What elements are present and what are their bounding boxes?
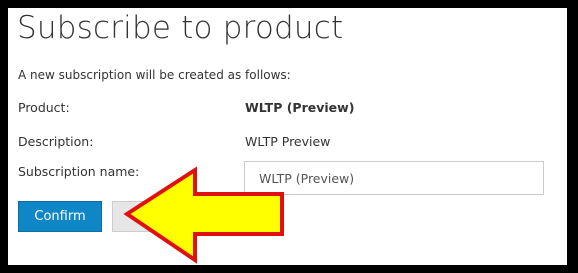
- subscribe-dialog: Subscribe to product A new subscription …: [8, 8, 567, 265]
- page-title: Subscribe to product: [17, 10, 344, 46]
- description-label: Description:: [18, 134, 94, 149]
- product-label: Product:: [18, 100, 70, 115]
- cancel-button[interactable]: [112, 201, 182, 232]
- dialog-subtitle: A new subscription will be created as fo…: [18, 68, 291, 82]
- subscription-name-label: Subscription name:: [18, 164, 140, 179]
- confirm-button[interactable]: Confirm: [18, 201, 102, 232]
- subscription-name-input[interactable]: [244, 161, 544, 195]
- product-value: WLTP (Preview): [245, 100, 355, 115]
- description-value: WLTP Preview: [245, 134, 331, 149]
- screenshot-frame: Subscribe to product A new subscription …: [0, 0, 578, 273]
